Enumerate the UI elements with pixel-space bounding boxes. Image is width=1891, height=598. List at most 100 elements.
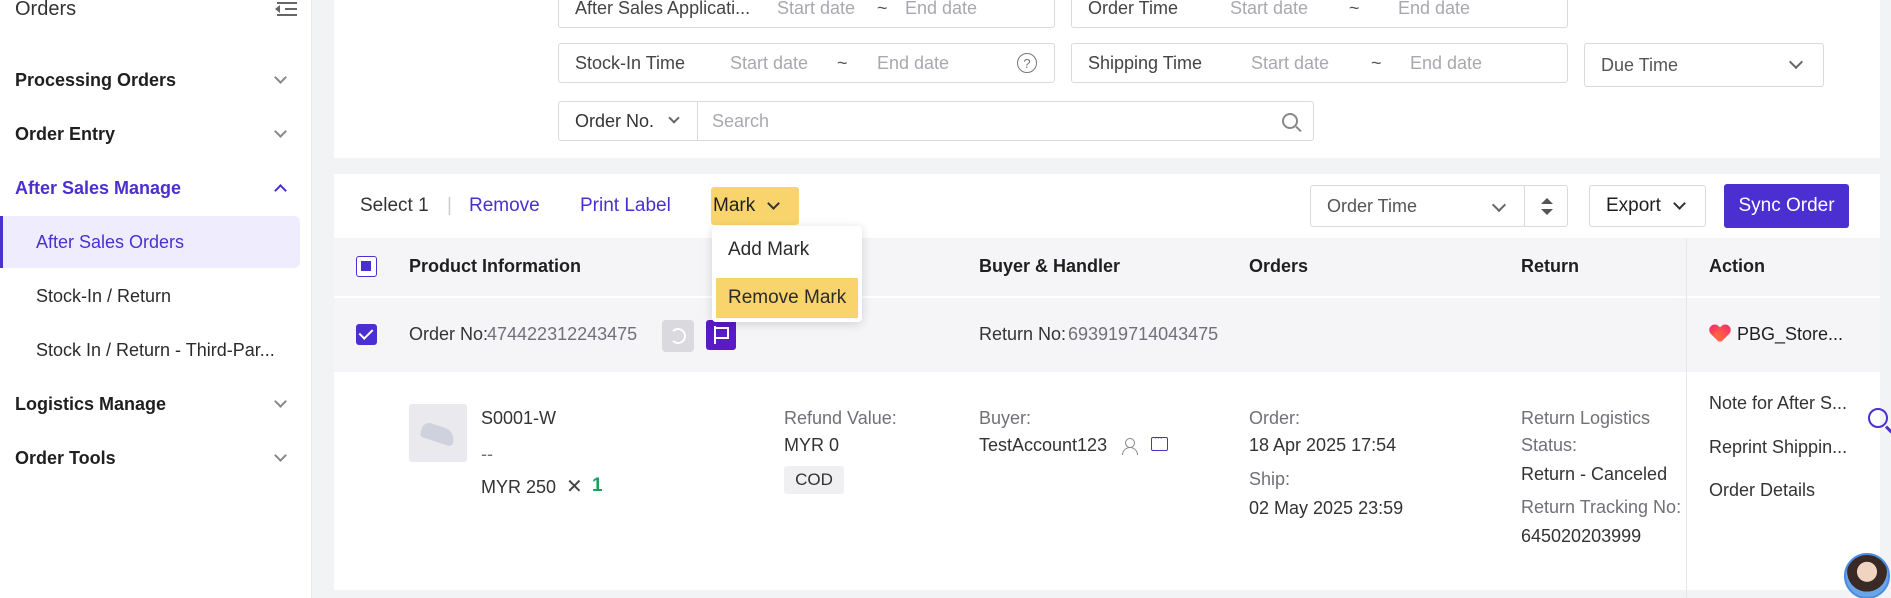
search-field-select[interactable]: Order No. xyxy=(558,101,698,141)
note-for-after-sales-link[interactable]: Note for After S... xyxy=(1709,391,1847,415)
search-icon[interactable] xyxy=(1282,113,1298,129)
start-date-input[interactable]: Start date xyxy=(777,0,877,19)
shipping-time-date-range[interactable]: Shipping Time Start date ~ End date xyxy=(1071,43,1568,83)
order-time-date-range[interactable]: Order Time Start date ~ End date xyxy=(1071,0,1568,28)
sidebar-group-label: Order Entry xyxy=(15,123,116,144)
row-checkbox[interactable] xyxy=(356,324,377,345)
field-label: Stock-In Time xyxy=(575,52,686,73)
field-label: Order Time xyxy=(1088,0,1179,18)
start-date-input[interactable]: Start date xyxy=(730,53,837,74)
sidebar-group-label: Order Tools xyxy=(15,447,116,468)
collapse-sidebar-icon[interactable] xyxy=(275,0,297,18)
sidebar-item-after-sales-orders[interactable]: After Sales Orders xyxy=(0,216,300,268)
end-date-input[interactable]: End date xyxy=(1398,0,1470,19)
chevron-down-icon xyxy=(668,112,680,124)
sort-field-select[interactable]: Order Time xyxy=(1310,185,1525,227)
sidebar-group-processing-orders[interactable]: Processing Orders xyxy=(15,60,287,100)
sync-order-button[interactable]: Sync Order xyxy=(1724,184,1849,228)
help-icon[interactable]: ? xyxy=(1017,53,1037,73)
product-thumbnail[interactable] xyxy=(409,404,467,462)
print-label-button[interactable]: Print Label xyxy=(580,193,671,219)
status-label: Status: xyxy=(1521,435,1578,455)
sidebar-group-order-tools[interactable]: Order Tools xyxy=(15,438,287,478)
chat-icon[interactable] xyxy=(1151,432,1168,451)
menu-item-remove-mark[interactable]: Remove Mark xyxy=(716,278,858,318)
column-header-action: Action xyxy=(1709,256,1765,276)
refund-label: Refund Value: xyxy=(784,408,897,428)
floating-search-icon[interactable] xyxy=(1868,408,1888,428)
select-value: Order Time xyxy=(1327,195,1418,216)
order-details-link[interactable]: Order Details xyxy=(1709,478,1815,502)
search-input[interactable]: Search xyxy=(697,101,1314,141)
support-avatar[interactable] xyxy=(1844,553,1890,598)
export-button[interactable]: Export xyxy=(1589,185,1706,227)
menu-item-add-mark[interactable]: Add Mark xyxy=(716,230,858,270)
store-name: PBG_Store... xyxy=(1737,324,1844,344)
column-header-product: Product Information xyxy=(409,256,581,276)
sidebar-group-order-entry[interactable]: Order Entry xyxy=(15,114,287,154)
chevron-down-icon xyxy=(274,449,287,462)
selected-count: Select 1 xyxy=(360,195,429,216)
chevron-up-icon xyxy=(274,184,287,197)
column-header-buyer: Buyer & Handler xyxy=(979,256,1121,276)
sidebar-group-logistics-manage[interactable]: Logistics Manage xyxy=(15,384,287,424)
sidebar-group-label: After Sales Manage xyxy=(15,177,182,198)
buyer-label: Buyer: xyxy=(979,408,1032,428)
payment-method-badge: COD xyxy=(784,466,844,494)
column-header-return: Return xyxy=(1521,256,1579,276)
field-label: After Sales Applicati... xyxy=(575,0,751,18)
select-value: Order No. xyxy=(575,110,655,131)
end-date-input[interactable]: End date xyxy=(905,0,977,19)
range-separator: ~ xyxy=(1349,0,1360,18)
product-sku: S0001-W xyxy=(481,408,557,428)
sidebar-item-label: Stock-In / Return xyxy=(36,285,172,306)
ship-date-label: Ship: xyxy=(1249,469,1291,489)
quantity-multiply-icon: ✕ xyxy=(566,476,583,498)
sidebar-item-label: Stock In / Return - Third-Par... xyxy=(36,339,275,360)
order-no-value[interactable]: 474422312243475 xyxy=(487,322,637,346)
sort-order-toggle[interactable] xyxy=(1524,185,1568,227)
chevron-down-icon xyxy=(274,125,287,138)
sidebar-group-after-sales-manage[interactable]: After Sales Manage xyxy=(15,168,287,208)
customer-service-icon[interactable] xyxy=(662,320,694,352)
refund-value: MYR 0 xyxy=(784,435,840,455)
sidebar-title: Orders xyxy=(15,0,77,20)
end-date-input[interactable]: End date xyxy=(877,53,949,74)
remove-button[interactable]: Remove xyxy=(469,193,540,219)
chevron-down-icon xyxy=(1491,197,1507,213)
user-icon[interactable] xyxy=(1122,438,1138,455)
select-value: Due Time xyxy=(1601,54,1679,75)
return-no-label: Return No: xyxy=(979,324,1067,344)
sidebar: Orders Processing Orders Order Entry Aft… xyxy=(0,0,312,598)
select-all-checkbox[interactable] xyxy=(356,256,377,277)
sort-asc-icon xyxy=(1541,198,1553,204)
start-date-input[interactable]: Start date xyxy=(1230,0,1349,19)
due-time-select[interactable]: Due Time xyxy=(1584,43,1824,87)
sort-desc-icon xyxy=(1541,209,1553,215)
sidebar-item-stock-in-return-third-party[interactable]: Stock In / Return - Third-Par... xyxy=(0,324,300,376)
after-sales-application-date-range[interactable]: After Sales Applicati... Start date ~ En… xyxy=(558,0,1055,28)
chevron-down-icon xyxy=(767,197,781,210)
end-date-input[interactable]: End date xyxy=(1410,53,1482,74)
flag-icon[interactable] xyxy=(706,320,736,350)
tracking-label: Return Tracking No: xyxy=(1521,497,1682,517)
chevron-down-icon xyxy=(274,71,287,84)
search-placeholder: Search xyxy=(712,110,770,131)
tracking-number: 645020203999 xyxy=(1521,526,1642,546)
stock-in-time-date-range[interactable]: Stock-In Time Start date ~ End date ? xyxy=(558,43,1055,83)
start-date-input[interactable]: Start date xyxy=(1251,53,1371,74)
product-quantity: 1 xyxy=(592,475,603,496)
results-panel xyxy=(334,174,1880,590)
sidebar-item-label: After Sales Orders xyxy=(36,231,185,252)
sidebar-item-stock-in-return[interactable]: Stock-In / Return xyxy=(0,270,300,322)
range-separator: ~ xyxy=(1371,52,1382,73)
sidebar-group-label: Logistics Manage xyxy=(15,393,167,414)
return-no-value[interactable]: 693919714043475 xyxy=(1068,322,1218,346)
chevron-down-icon xyxy=(1673,197,1686,210)
toolbar-divider: | xyxy=(447,195,452,216)
range-separator: ~ xyxy=(877,0,888,18)
reprint-shipping-label-link[interactable]: Reprint Shippin... xyxy=(1709,435,1847,459)
return-status-value: Return - Canceled xyxy=(1521,464,1668,484)
mark-dropdown-button[interactable]: Mark xyxy=(711,187,799,225)
chevron-down-icon xyxy=(1788,54,1804,70)
